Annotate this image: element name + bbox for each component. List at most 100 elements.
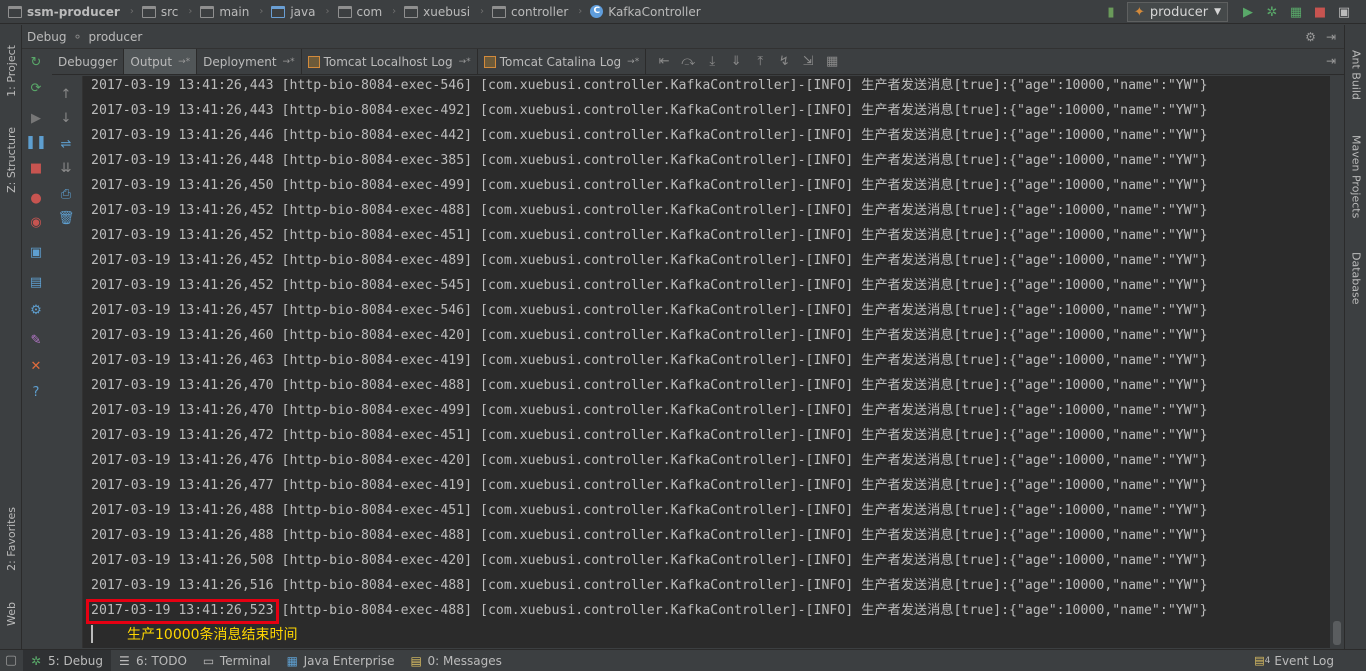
tool-window-web[interactable]: Web [0, 591, 22, 637]
breadcrumb-main[interactable]: main [200, 0, 249, 24]
console-line: 2017-03-19 13:41:26,446 [http-bio-8084-e… [91, 128, 1208, 143]
breadcrumb-separator-icon: › [188, 6, 193, 17]
stop-icon[interactable]: ■ [1312, 4, 1328, 20]
tool-window-label: Java Enterprise [303, 653, 395, 668]
tool-window-structure[interactable]: Z: Structure [0, 117, 22, 203]
tool-window-debug[interactable]: ✲ 5: Debug [23, 649, 111, 671]
restore-panel-icon[interactable]: ⇥ [1326, 54, 1336, 68]
help-icon[interactable]: ? [28, 385, 44, 401]
console-line: 2017-03-19 13:41:26,516 [http-bio-8084-e… [91, 578, 1208, 593]
tool-window-label: Web [4, 602, 18, 626]
pin-tab-icon: →* [458, 56, 471, 67]
package-icon [492, 5, 507, 18]
console-line: 2017-03-19 13:41:26,450 [http-bio-8084-e… [91, 178, 1208, 193]
up-arrow-icon[interactable]: ↑ [58, 87, 74, 103]
print-icon[interactable]: ⎙ [58, 187, 74, 203]
build-icon[interactable]: ▮ [1103, 4, 1119, 20]
show-execution-point-icon[interactable]: ⇤ [656, 54, 672, 70]
tool-window-project[interactable]: 1: Project [0, 31, 22, 111]
tab-output[interactable]: Output →* [124, 49, 198, 74]
console-line: 2017-03-19 13:41:26,452 [http-bio-8084-e… [91, 278, 1208, 293]
force-step-into-icon[interactable]: ⇓ [728, 54, 744, 70]
bug-icon: ✲ [31, 653, 42, 668]
breadcrumb-label: xuebusi [423, 4, 471, 19]
project-structure-icon[interactable]: ▣ [1336, 4, 1352, 20]
breadcrumb-controller[interactable]: controller [492, 0, 568, 24]
breadcrumb-separator-icon: › [129, 6, 134, 17]
console-line: 2017-03-19 13:41:26,463 [http-bio-8084-e… [91, 353, 1208, 368]
soft-wrap-icon[interactable]: ⇌ [58, 137, 74, 153]
tab-label: Tomcat Localhost Log [323, 54, 453, 69]
tab-tomcat-catalina-log[interactable]: Tomcat Catalina Log →* [478, 49, 647, 74]
console-output[interactable]: 2017-03-19 13:41:26,443 [http-bio-8084-e… [82, 76, 1330, 648]
scroll-to-end-icon[interactable]: ⇊ [58, 161, 74, 177]
tool-window-label: 1: Project [4, 45, 18, 97]
evaluate-expression-icon[interactable]: ▦ [824, 54, 840, 70]
tab-label: Deployment [203, 54, 277, 69]
close-icon[interactable]: ✕ [28, 359, 44, 375]
down-arrow-icon[interactable]: ↓ [58, 111, 74, 127]
pause-icon[interactable]: ❚❚ [25, 135, 47, 151]
log-file-icon [307, 55, 320, 68]
breadcrumb-label: main [219, 4, 250, 19]
tab-deployment[interactable]: Deployment →* [197, 49, 302, 74]
stop-icon[interactable]: ■ [28, 161, 44, 177]
stepping-toolbar: ⇤ ⤼ ⤓ ⇓ ⤒ ↯ ⇲ ▦ [646, 49, 844, 74]
step-into-icon[interactable]: ⤓ [704, 54, 720, 70]
coverage-icon[interactable]: ▦ [1288, 4, 1304, 20]
restore-layout-icon[interactable]: ▤ [28, 275, 44, 291]
run-configuration-label: producer [1149, 4, 1209, 20]
event-log-button[interactable]: ▤ 4 Event Log [1246, 650, 1342, 671]
tomcat-icon: ✦ [1133, 4, 1145, 20]
breadcrumb-label: controller [511, 4, 569, 19]
console-actions-column: ↑ ↓ ⇌ ⇊ ⎙ 🗑 [52, 75, 80, 649]
package-icon [404, 5, 419, 18]
view-breakpoints-icon[interactable]: ● [28, 191, 44, 207]
annotation-text: 生产10000条消息结束时间 [127, 627, 298, 643]
tool-window-todo[interactable]: ☰ 6: TODO [111, 650, 195, 671]
resume-icon[interactable]: ▶ [28, 111, 44, 127]
debug-icon[interactable]: ✲ [1264, 4, 1280, 20]
breadcrumb-com[interactable]: com [337, 0, 382, 24]
tool-window-java-enterprise[interactable]: ▦ Java Enterprise [279, 650, 403, 671]
run-configuration-select[interactable]: ✦ producer ▼ [1126, 2, 1228, 22]
tool-window-messages[interactable]: ▤ 0: Messages [403, 650, 510, 671]
scrollbar-thumb[interactable] [1333, 621, 1341, 645]
breadcrumb-xuebusi[interactable]: xuebusi [404, 0, 470, 24]
breadcrumb-kafkacontroller[interactable]: C KafkaController [590, 0, 701, 24]
gear-icon[interactable]: ⚙ [1305, 30, 1316, 44]
hide-panel-icon[interactable]: ⇥ [1326, 30, 1336, 44]
breadcrumb-label: src [160, 4, 179, 19]
rerun-icon[interactable]: ↻ [28, 55, 44, 71]
drop-frame-icon[interactable]: ↯ [776, 54, 792, 70]
run-to-cursor-icon[interactable]: ⇲ [800, 54, 816, 70]
breadcrumb-project[interactable]: ssm-producer [8, 0, 120, 24]
project-folder-icon [8, 5, 22, 18]
breadcrumb-separator-icon: › [325, 6, 330, 17]
tool-window-label: 5: Debug [48, 653, 103, 668]
tool-window-database[interactable]: Database [1345, 241, 1366, 315]
tool-window-favorites[interactable]: 2: Favorites [0, 495, 22, 583]
pin-icon[interactable]: ✎ [28, 333, 44, 349]
breadcrumb-java[interactable]: java [271, 0, 316, 24]
breadcrumb-src[interactable]: src [141, 0, 179, 24]
tab-tomcat-localhost-log[interactable]: Tomcat Localhost Log →* [302, 49, 478, 74]
vertical-scrollbar[interactable] [1330, 76, 1344, 648]
tool-window-ant-build[interactable]: Ant Build [1345, 33, 1366, 117]
run-icon[interactable]: ▶ [1240, 4, 1256, 20]
highlight-box [86, 599, 279, 624]
mute-breakpoints-icon[interactable]: ◉ [28, 215, 44, 231]
step-over-icon[interactable]: ⤼ [680, 54, 696, 70]
clear-all-icon[interactable]: 🗑 [58, 211, 75, 227]
console-line: 2017-03-19 13:41:26,460 [http-bio-8084-e… [91, 328, 1208, 343]
tab-debugger[interactable]: Debugger [52, 49, 125, 74]
step-out-icon[interactable]: ⤒ [752, 54, 768, 70]
tool-window-maven-projects[interactable]: Maven Projects [1345, 121, 1366, 233]
tool-windows-quick-access-icon[interactable]: ▢ [3, 653, 19, 669]
tool-window-terminal[interactable]: ▭ Terminal [195, 650, 279, 671]
separator-icon: ⚬ [72, 29, 83, 44]
update-application-icon[interactable]: ⟳ [28, 81, 44, 97]
settings-icon[interactable]: ⚙ [28, 303, 44, 319]
messages-icon: ▤ [410, 653, 422, 668]
get-thread-dump-icon[interactable]: ▣ [28, 245, 44, 261]
